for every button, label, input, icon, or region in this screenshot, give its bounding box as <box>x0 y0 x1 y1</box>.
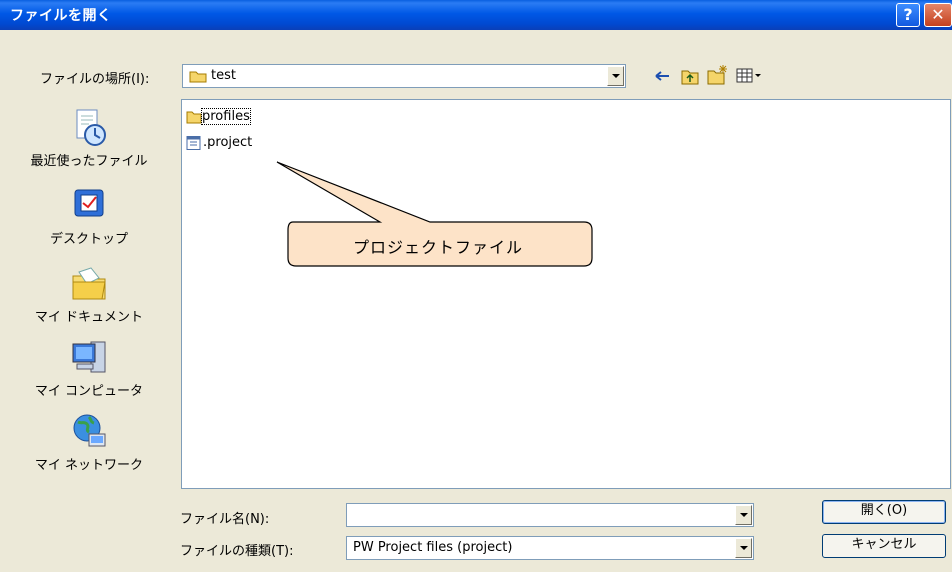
filename-label: ファイル名(N): <box>180 512 270 527</box>
filetype-combo[interactable]: PW Project files (project) <box>346 536 754 560</box>
open-button[interactable]: 開く(O) <box>822 500 946 524</box>
callout-shape <box>276 161 593 267</box>
filetype-value: PW Project files (project) <box>353 540 513 555</box>
filetype-label: ファイルの種類(T): <box>180 544 294 559</box>
filetype-dropdown-button[interactable] <box>735 538 752 558</box>
callout-text: プロジェクトファイル <box>352 238 523 257</box>
open-file-dialog: ファイルを開く ? ✕ ファイルの場所(I): test 最近使ったファイル デ… <box>0 0 952 572</box>
filename-input[interactable] <box>346 503 754 527</box>
cancel-button[interactable]: キャンセル <box>822 534 946 558</box>
filename-dropdown-button[interactable] <box>735 505 752 525</box>
